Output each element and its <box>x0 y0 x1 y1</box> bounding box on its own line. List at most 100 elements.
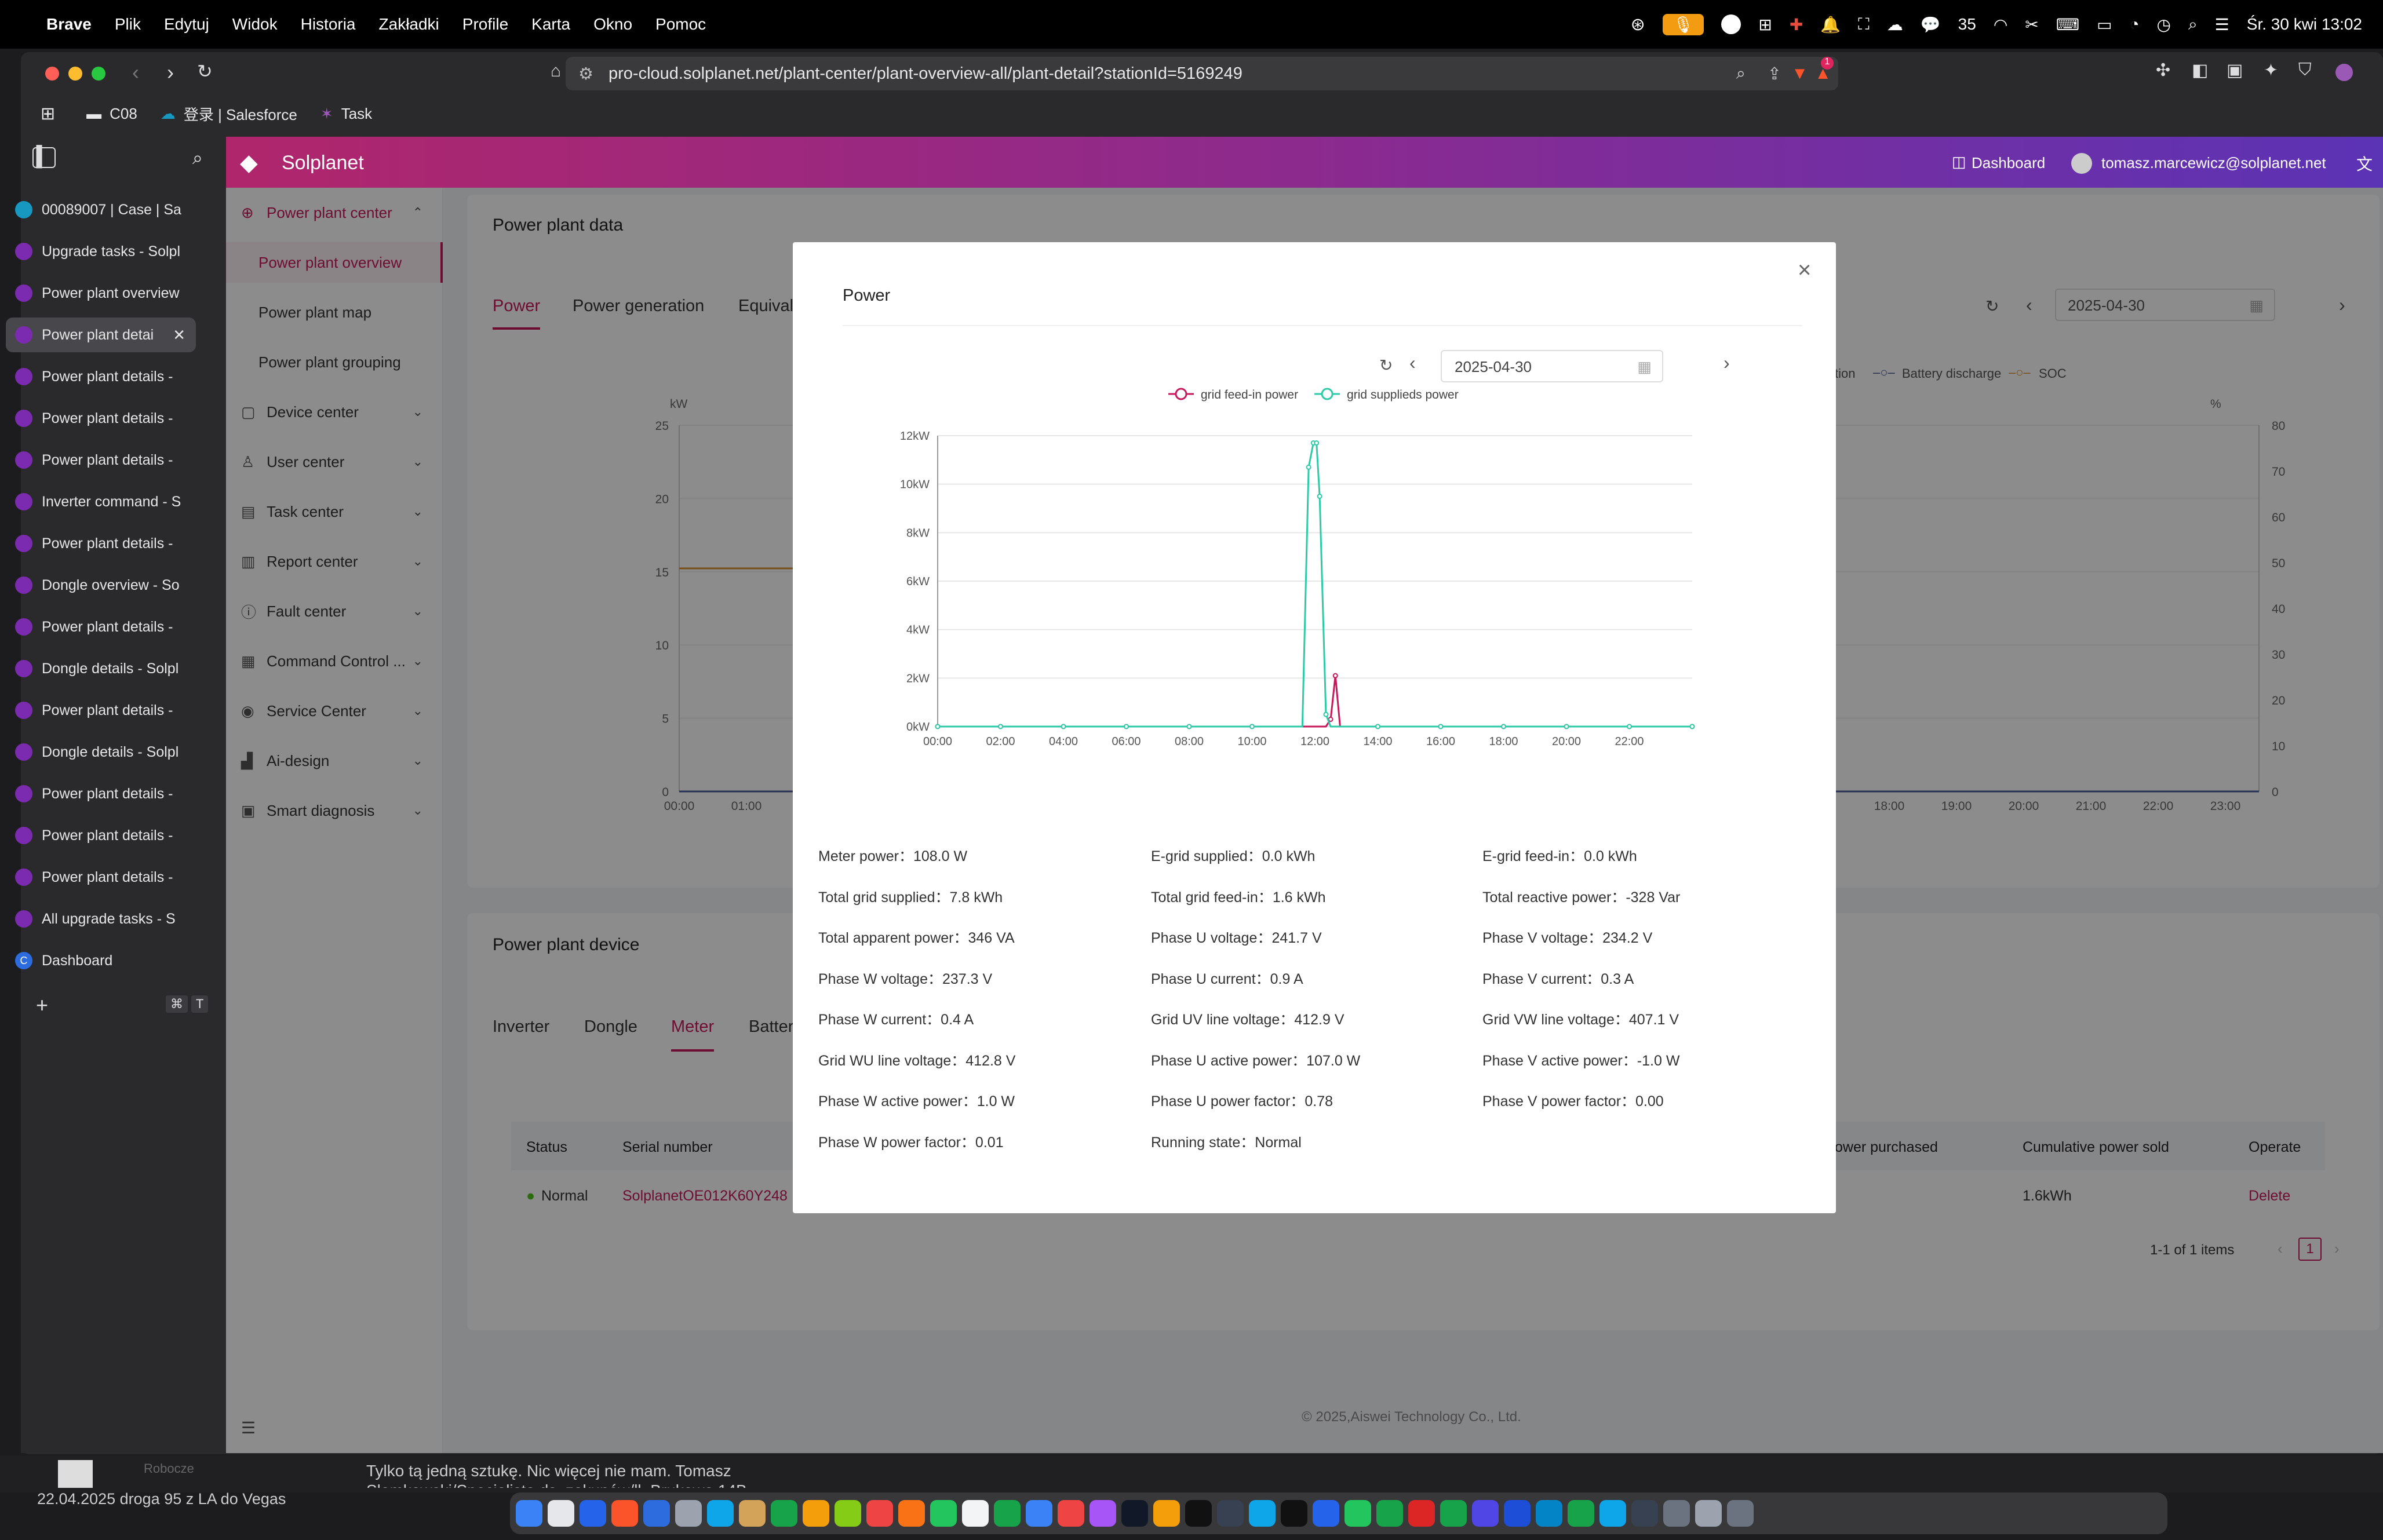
wechat-icon[interactable]: 💬 <box>1921 15 1941 34</box>
brand-name[interactable]: Solplanet <box>282 152 364 174</box>
close-window-button[interactable] <box>45 67 59 81</box>
dock-app-icon[interactable] <box>707 1500 734 1527</box>
dock-app-icon[interactable] <box>1568 1500 1594 1527</box>
dock-app-icon[interactable] <box>548 1500 574 1527</box>
teams-icon[interactable]: ⊞ <box>1758 15 1772 34</box>
openai-icon[interactable]: ⊛ <box>1631 14 1645 35</box>
dashboard-icon[interactable]: ◫ <box>1952 153 1966 171</box>
dock-app-icon[interactable] <box>1440 1500 1467 1527</box>
dock-app-icon[interactable] <box>1217 1500 1244 1527</box>
dock-app-icon[interactable] <box>1344 1500 1371 1527</box>
dock-app-icon[interactable] <box>898 1500 925 1527</box>
menu-bookmarks[interactable]: Zakładki <box>379 15 439 34</box>
header-dashboard-link[interactable]: Dashboard <box>1972 154 2045 172</box>
reload-icon[interactable]: ↻ <box>197 60 213 82</box>
control-center-icon[interactable]: ☰ <box>2215 15 2229 34</box>
tools-icon[interactable]: ✚ <box>1790 15 1803 34</box>
browser-tab[interactable]: 00089007 | Case | Sa <box>6 192 196 227</box>
leo-ai-icon[interactable]: ✦ <box>2264 60 2278 81</box>
dock-app-icon[interactable] <box>866 1500 893 1527</box>
menu-window[interactable]: Okno <box>593 15 632 34</box>
dock-app-icon[interactable] <box>803 1500 829 1527</box>
battery-icon[interactable]: ▭ <box>2097 15 2112 34</box>
dock-app-icon[interactable] <box>1631 1500 1658 1527</box>
address-bar[interactable]: ⚙ pro-cloud.solplanet.net/plant-center/p… <box>566 57 1838 90</box>
dock-app-icon[interactable] <box>835 1500 861 1527</box>
menu-profiles[interactable]: Profile <box>462 15 508 34</box>
browser-tab[interactable]: Dongle details - Solpl <box>6 651 196 686</box>
browser-tab[interactable]: Power plant details - <box>6 401 196 436</box>
dock-app-icon[interactable] <box>1249 1500 1276 1527</box>
cloud-icon[interactable]: ☁ <box>1887 15 1903 34</box>
menu-tab[interactable]: Karta <box>531 15 570 34</box>
bookmark-salesforce[interactable]: 登录 | Salesforce <box>184 103 297 125</box>
dock-app-icon[interactable] <box>516 1500 542 1527</box>
sidebar-panel-icon[interactable]: ▍ <box>32 147 56 168</box>
close-tab-icon[interactable]: ✕ <box>173 326 185 344</box>
notifications-icon[interactable]: 🔔 <box>1820 15 1841 34</box>
browser-tab[interactable]: Inverter command - S <box>6 484 196 519</box>
dock-app-icon[interactable] <box>1472 1500 1499 1527</box>
dock-app-icon[interactable] <box>739 1500 766 1527</box>
browser-tab[interactable]: Power plant overview <box>6 276 196 311</box>
browser-tab[interactable]: Upgrade tasks - Solpl <box>6 234 196 269</box>
zoom-window-button[interactable] <box>92 67 105 81</box>
scan-icon[interactable]: ⛶ <box>1858 15 1870 34</box>
dock-app-icon[interactable] <box>1727 1500 1754 1527</box>
dock-app-icon[interactable] <box>1153 1500 1180 1527</box>
menu-history[interactable]: Historia <box>301 15 356 34</box>
dock-app-icon[interactable] <box>962 1500 989 1527</box>
menu-file[interactable]: Plik <box>115 15 141 34</box>
browser-tab[interactable]: Dongle overview - So <box>6 568 196 603</box>
settings-icon[interactable]: ✂ <box>2025 15 2038 34</box>
keyboard-icon[interactable]: ⌨ <box>2056 15 2079 34</box>
brave-shields-icon[interactable]: ▼ <box>1791 64 1808 83</box>
dock-app-icon[interactable] <box>1090 1500 1116 1527</box>
menu-view[interactable]: Widok <box>232 15 278 34</box>
dock-app-icon[interactable] <box>1281 1500 1307 1527</box>
wallet-icon[interactable]: ▣ <box>2227 60 2243 81</box>
search-icon[interactable]: ⌕ <box>2188 15 2198 34</box>
browser-tab[interactable]: Power plant details - <box>6 776 196 811</box>
back-icon[interactable]: ‹ <box>132 60 139 85</box>
dock-app-icon[interactable] <box>643 1500 670 1527</box>
language-icon[interactable]: 文 <box>2356 152 2373 175</box>
menu-help[interactable]: Pomoc <box>655 15 706 34</box>
url-text[interactable]: pro-cloud.solplanet.net/plant-center/pla… <box>608 64 1242 83</box>
time-machine-icon[interactable]: ◷ <box>2157 15 2171 34</box>
menu-app-name[interactable]: Brave <box>46 15 92 34</box>
browser-tab[interactable]: C Dashboard <box>6 943 196 978</box>
site-info-icon[interactable]: ⚙ <box>578 64 593 84</box>
dock-app-icon[interactable] <box>771 1500 797 1527</box>
browser-tab[interactable]: Power plant detai ✕ <box>6 318 196 352</box>
sidebar-toggle-icon[interactable]: ◧ <box>2192 60 2208 81</box>
browser-tab[interactable]: Power plant details - <box>6 610 196 644</box>
dock-app-icon[interactable] <box>930 1500 957 1527</box>
forward-icon[interactable]: › <box>167 60 174 85</box>
menu-edit[interactable]: Edytuj <box>164 15 209 34</box>
dock-app-icon[interactable] <box>1026 1500 1052 1527</box>
dock-app-icon[interactable] <box>611 1500 638 1527</box>
dock-app-icon[interactable] <box>1121 1500 1148 1527</box>
share-icon[interactable]: ⇪ <box>1768 64 1781 84</box>
dock-app-icon[interactable] <box>580 1500 606 1527</box>
new-tab-icon[interactable]: + <box>36 993 48 1017</box>
minimize-window-button[interactable] <box>68 67 82 81</box>
apps-grid-icon[interactable]: ⊞ <box>41 104 55 124</box>
browser-tab[interactable]: Power plant details - <box>6 359 196 394</box>
wifi-icon[interactable]: ◔ <box>2130 15 2140 34</box>
dock-app-icon[interactable] <box>1536 1500 1562 1527</box>
dock-app-icon[interactable] <box>1058 1500 1084 1527</box>
dock-app-icon[interactable] <box>675 1500 702 1527</box>
dock-app-icon[interactable] <box>1695 1500 1722 1527</box>
browser-tab[interactable]: All upgrade tasks - S <box>6 902 196 936</box>
dock-app-icon[interactable] <box>1408 1500 1435 1527</box>
menubar-datetime[interactable]: Śr. 30 kwi 13:02 <box>2247 15 2362 34</box>
browser-tab[interactable]: Power plant details - <box>6 860 196 895</box>
user-avatar[interactable] <box>2071 153 2092 174</box>
bookmark-task[interactable]: Task <box>341 105 372 123</box>
dock-app-icon[interactable] <box>1504 1500 1531 1527</box>
browser-tab[interactable]: Power plant details - <box>6 526 196 561</box>
browser-tab[interactable]: Power plant details - <box>6 818 196 853</box>
bookmark-page-icon[interactable]: ⌂ <box>551 61 561 81</box>
